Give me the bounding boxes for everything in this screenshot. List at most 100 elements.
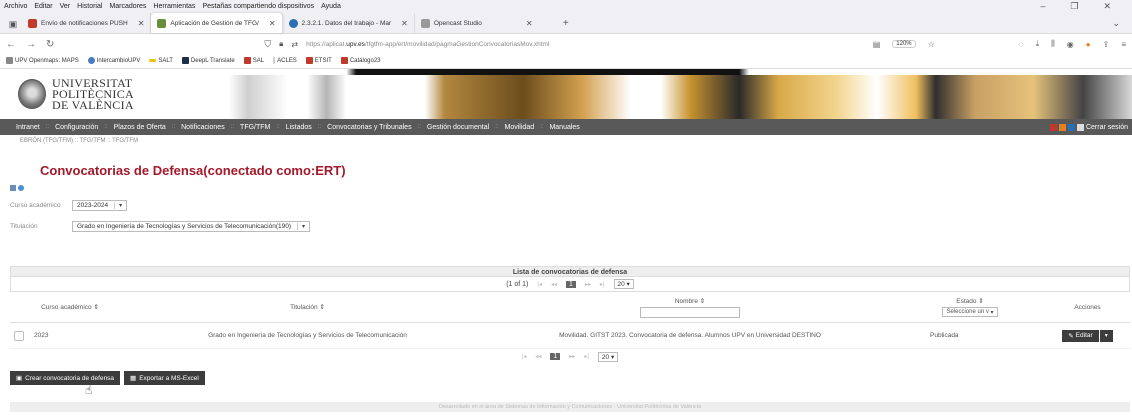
forward-icon[interactable]: → [26,39,36,50]
nav-configuracion[interactable]: Configuración [49,124,104,131]
nav-tfg-tfm[interactable]: TFG/TFM [234,124,276,131]
menu-ver[interactable]: Ver [60,3,71,10]
current-page[interactable]: 1 [565,280,576,288]
address-bar[interactable]: ⛉ 🔒︎ ⇄ https://aplicat.upv.es/tfgtfm-app… [64,39,862,50]
excel-icon: ▦ [130,375,137,382]
bookmark[interactable]: UPV Openmaps: MAPS [6,57,79,65]
col-curso-label: Curso académico ⇕ [41,304,99,311]
first-page-icon[interactable]: |◂ [522,353,527,360]
bookmark[interactable]: ACLES [273,57,297,65]
browser-tab[interactable]: Opencast Studio ✕ [415,13,555,33]
menu-ayuda[interactable]: Ayuda [321,3,341,10]
curso-select[interactable]: 2023-2024 ▾ [72,199,128,211]
rows-per-page-select[interactable]: 20 ▾ [613,279,634,289]
grid-icon[interactable] [10,185,16,191]
create-label: Crear convocatoria de defensa [25,374,115,382]
close-tab-icon[interactable]: ✕ [138,19,145,28]
curso-value: 2023-2024 [77,201,109,209]
bookmark[interactable]: DeepL Translate [181,57,235,65]
menu-archivo[interactable]: Archivo [4,3,27,10]
bookmark[interactable]: Catálogo23 [340,57,381,65]
upv-logo[interactable]: UNIVERSITAT POLITÈCNICA DE VALÈNCIA [0,69,150,119]
nombre-filter-input[interactable] [640,306,740,318]
row-checkbox[interactable] [14,330,24,341]
edit-label: Editar [1075,332,1093,339]
nav-listados[interactable]: Listados [280,124,318,131]
browser-tab-active[interactable]: Aplicación de Gestión de TFG/ ✕ [151,13,283,33]
col-titulacion[interactable]: Titulación ⇕ [130,292,485,322]
window-controls: – ❐ ✕ [1040,1,1132,12]
nav-convocatorias[interactable]: Convocatorias y Tribunales [321,124,417,131]
tab-list-icon[interactable]: ▣ [4,15,22,33]
refresh-icon[interactable] [18,185,24,191]
estado-filter-select[interactable]: Seleccione un v ▾ [942,307,998,317]
close-window-icon[interactable]: ✕ [1103,1,1111,12]
nav-plazos[interactable]: Plazos de Oferta [108,124,172,131]
nav-intranet[interactable]: Intranet [10,124,46,131]
url-text: https://aplicat.upv.es/tfgtfm-app/ert/mo… [306,41,549,48]
page-info: (1 of 1) [506,280,529,288]
first-page-icon[interactable]: |◂ [537,281,542,288]
menu-editar[interactable]: Editar [34,3,52,10]
pencil-icon: ✎ [1068,332,1074,340]
library-icon[interactable]: ⫼ [1051,39,1055,49]
next-page-icon[interactable]: ▸▸ [585,281,591,288]
nav-notificaciones[interactable]: Notificaciones [175,124,231,131]
extension-icon[interactable]: ● [1086,40,1091,49]
col-curso[interactable]: Curso académico ⇕ [10,292,130,322]
reader-icon[interactable]: ▤ [873,40,881,49]
last-page-icon[interactable]: ▸| [600,281,605,288]
new-tab-icon[interactable]: + [555,13,577,33]
share-icon[interactable]: ⇪ [1103,40,1110,49]
language-icon[interactable] [1058,123,1066,131]
download-icon[interactable]: ⤓ [1036,39,1040,49]
nav-gestion-documental[interactable]: Gestión documental [421,124,495,131]
tab-overflow-icon[interactable]: ⌄ [1112,13,1132,33]
rows-per-page-select[interactable]: 20 ▾ [597,351,619,362]
close-tab-icon[interactable]: ✕ [401,19,408,28]
prev-page-icon[interactable]: ◂◂ [551,281,557,288]
table-row: 2023 Grado en Ingeniería de Tecnologías … [10,323,1130,349]
menu-herramientas[interactable]: Herramientas [153,3,195,10]
menu-pestanas[interactable]: Pestañas compartiendo dispositivos [202,3,314,10]
zoom-level[interactable]: 120% [892,40,916,48]
estado-filter-value: Seleccione un v [946,309,989,315]
next-page-icon[interactable]: ▸▸ [569,353,575,360]
create-convocatoria-button[interactable]: ▣ Crear convocatoria de defensa [10,371,121,385]
col-estado[interactable]: Estado ⇕ Seleccione un v ▾ [895,292,1045,322]
account-icon[interactable]: ◉ [1067,40,1074,49]
language-icon[interactable] [1067,123,1075,131]
bookmark[interactable]: ETSIT [305,57,332,65]
logout-link[interactable]: Cerrar sesión [1086,124,1128,131]
current-page[interactable]: 1 [550,353,561,360]
tab-favicon-icon [420,18,430,28]
bookmark-label: SALT [158,58,173,64]
bookmark-icon [305,57,313,65]
nav-movilidad[interactable]: Movilidad [499,124,541,131]
close-tab-icon[interactable]: ✕ [526,19,533,28]
export-excel-button[interactable]: ▦ Exportar a MS-Excel [124,371,205,385]
browser-tab[interactable]: 2.3.2.1. Datos del trabajo - Mar ✕ [283,13,415,33]
pocket-icon[interactable]: ◌ [1019,40,1024,49]
bookmark[interactable]: SALT [149,58,173,64]
app-menu-icon[interactable]: ≡ [1121,40,1126,49]
reload-icon[interactable]: ↻ [46,39,54,50]
last-page-icon[interactable]: ▸| [584,353,589,360]
minimize-icon[interactable]: – [1040,1,1045,12]
bookmark-star-icon[interactable]: ☆ [928,40,935,49]
nav-manuales[interactable]: Manuales [543,124,585,131]
row-menu-button[interactable]: ▾ [1099,329,1113,342]
bookmark[interactable]: IntercambioUPV [87,57,140,65]
edit-button[interactable]: ✎ Editar [1062,329,1099,342]
menu-historial[interactable]: Historial [77,3,102,10]
back-icon[interactable]: ← [6,39,16,50]
maximize-icon[interactable]: ❐ [1070,1,1078,12]
prev-page-icon[interactable]: ◂◂ [535,353,541,360]
menu-marcadores[interactable]: Marcadores [109,3,146,10]
close-tab-icon[interactable]: ✕ [269,19,276,28]
bookmark[interactable]: SAL [243,57,264,65]
browser-tab[interactable]: Envío de notificaciones PUSH ✕ [22,13,152,33]
titulacion-select[interactable]: Grado en Ingeniería de Tecnologías y Ser… [72,220,311,232]
col-nombre[interactable]: Nombre ⇕ [485,292,895,322]
language-icon[interactable] [1049,123,1057,131]
